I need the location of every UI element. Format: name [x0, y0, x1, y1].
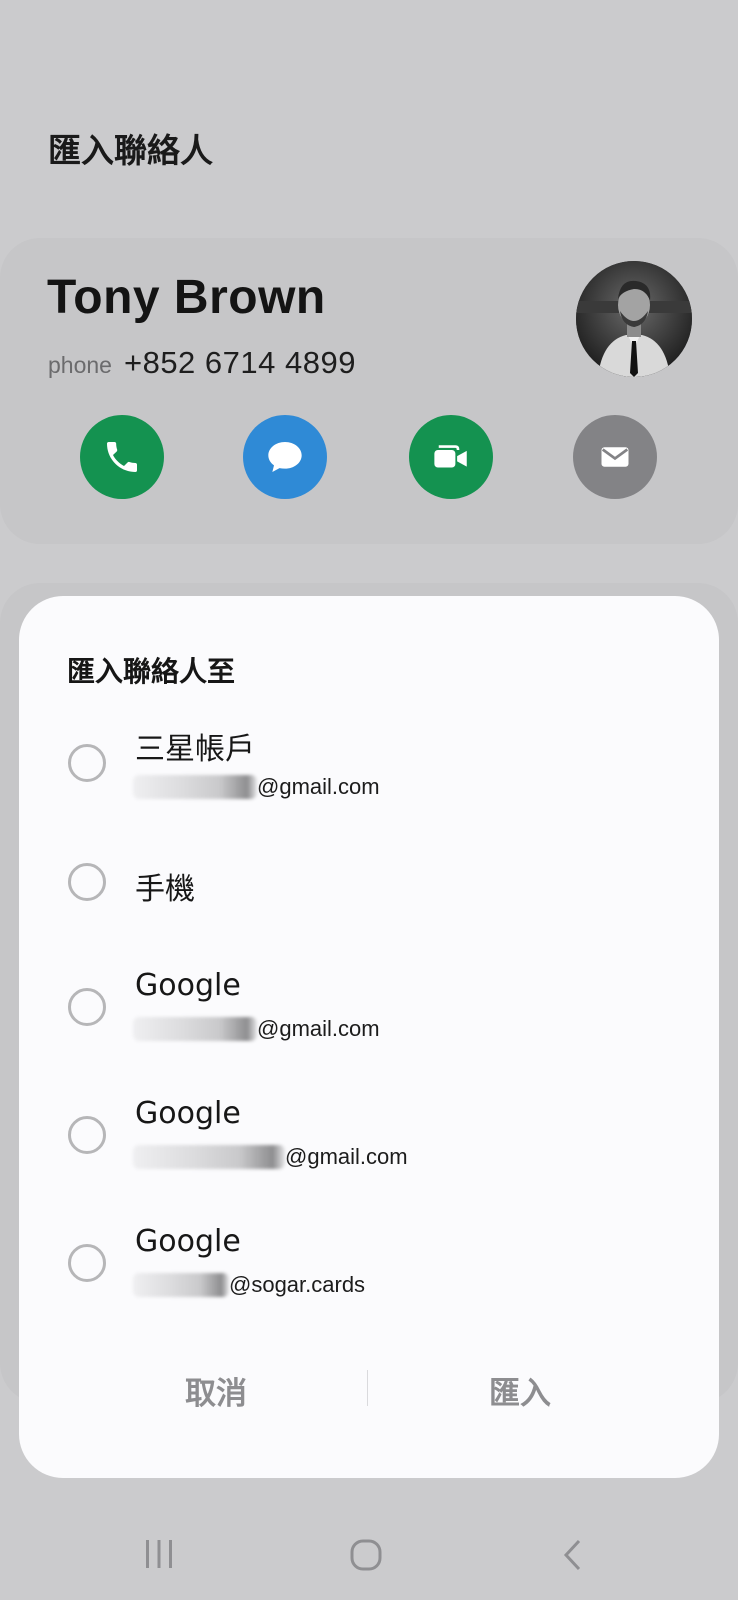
option-email: @gmail.com	[257, 1016, 380, 1041]
option-label: Google	[135, 968, 241, 1003]
video-call-button[interactable]	[409, 415, 493, 499]
redacted-text	[133, 1273, 229, 1297]
option-email: @gmail.com	[285, 1144, 408, 1169]
video-camera-icon	[434, 445, 467, 468]
phone-row: phone +852 6714 4899	[48, 345, 356, 381]
import-destination-dialog: 匯入聯絡人至 三星帳戶 @gmail.com 手機 Google @gmail.…	[19, 596, 719, 1478]
cancel-button[interactable]: 取消	[185, 1368, 247, 1413]
option-account: @sogar.cards	[133, 1272, 365, 1298]
back-icon	[563, 1539, 581, 1571]
message-button[interactable]	[243, 415, 327, 499]
radio-button[interactable]	[68, 988, 106, 1026]
home-button[interactable]	[349, 1538, 383, 1577]
option-label: Google	[135, 1096, 241, 1131]
phone-label: phone	[48, 352, 112, 378]
option-account: @gmail.com	[133, 1016, 380, 1042]
redacted-text	[133, 775, 257, 799]
radio-button[interactable]	[68, 1244, 106, 1282]
call-button[interactable]	[80, 415, 164, 499]
radio-button[interactable]	[68, 863, 106, 901]
email-button[interactable]	[573, 415, 657, 499]
option-label: 手機	[135, 872, 195, 907]
option-google-3[interactable]: Google @sogar.cards	[19, 1224, 719, 1324]
contact-name: Tony Brown	[47, 271, 326, 324]
option-label: 三星帳戶	[135, 732, 255, 767]
option-samsung-account[interactable]: 三星帳戶 @gmail.com	[19, 724, 719, 824]
import-contact-screen: 匯入聯絡人 Tony Brown phone +852 6714 4899 匯入…	[0, 0, 738, 1600]
redacted-text	[133, 1017, 257, 1041]
option-google-2[interactable]: Google @gmail.com	[19, 1096, 719, 1196]
import-button[interactable]: 匯入	[489, 1368, 551, 1413]
avatar-photo	[576, 261, 692, 377]
option-email: @gmail.com	[257, 774, 380, 799]
divider	[367, 1370, 368, 1406]
page-title: 匯入聯絡人	[48, 131, 213, 170]
radio-button[interactable]	[68, 1116, 106, 1154]
phone-number[interactable]: +852 6714 4899	[124, 345, 356, 381]
option-label: Google	[135, 1224, 241, 1259]
option-account: @gmail.com	[133, 1144, 408, 1170]
navigation-bar	[0, 1510, 738, 1600]
radio-button[interactable]	[68, 744, 106, 782]
phone-icon	[107, 442, 137, 472]
envelope-icon	[601, 447, 629, 467]
option-google-1[interactable]: Google @gmail.com	[19, 968, 719, 1068]
option-account: @gmail.com	[133, 774, 380, 800]
recent-apps-icon	[146, 1540, 172, 1568]
home-icon	[350, 1539, 382, 1571]
dialog-title: 匯入聯絡人至	[67, 655, 236, 688]
option-email: @sogar.cards	[229, 1272, 366, 1297]
back-button[interactable]	[562, 1538, 584, 1577]
avatar[interactable]	[576, 261, 692, 377]
redacted-text	[133, 1145, 285, 1169]
dialog-actions: 取消 匯入	[19, 1358, 719, 1414]
chat-bubble-icon	[268, 442, 302, 472]
recent-apps-button[interactable]	[144, 1538, 174, 1575]
option-phone[interactable]: 手機	[19, 858, 719, 918]
